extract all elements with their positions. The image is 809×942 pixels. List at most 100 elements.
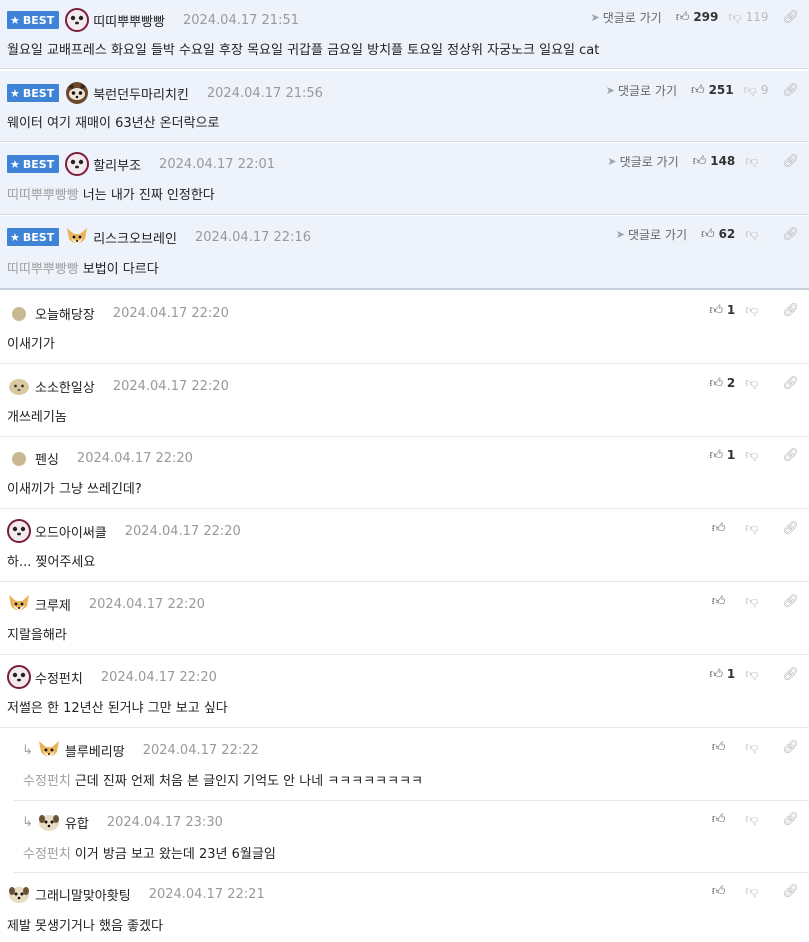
comment-author[interactable]: 리스크오브레인 <box>93 228 177 247</box>
thumbs-up-icon: 👍︎ <box>690 82 705 98</box>
like-button[interactable]: 👍︎ 1 <box>709 667 735 682</box>
comment-author[interactable]: 할리부조 <box>93 155 141 174</box>
comment-date: 2024.04.17 22:20 <box>100 669 217 685</box>
mention-tag[interactable]: 띠띠뿌뿌빵빵 <box>7 188 79 203</box>
comment-author[interactable]: 크루제 <box>35 595 71 614</box>
like-button[interactable]: 👍︎ <box>712 594 736 609</box>
avatar[interactable] <box>65 81 89 105</box>
like-button[interactable]: 👍︎ 62 <box>701 227 735 242</box>
dislike-button[interactable]: 👎︎ <box>745 667 768 682</box>
dislike-button[interactable]: 👎︎ 119 <box>728 10 768 25</box>
comment-text: 저썰은 한 12년산 된거냐 그만 보고 싶다 <box>7 701 228 716</box>
dislike-button[interactable]: 👎︎ <box>745 154 768 169</box>
link-icon[interactable]: 🔗︎ <box>782 667 799 682</box>
link-icon[interactable]: 🔗︎ <box>782 740 799 755</box>
link-icon[interactable]: 🔗︎ <box>782 376 799 391</box>
mention-tag[interactable]: 수정펀치 <box>23 847 71 862</box>
reply-row: ↳ 블루베리땅 2024.04.17 22:22 👍︎ 👎︎ 🔗︎ 수정펀치 근데… <box>14 729 809 801</box>
comment-date: 2024.04.17 23:30 <box>106 814 223 830</box>
avatar[interactable] <box>7 301 31 325</box>
avatar[interactable] <box>37 810 61 834</box>
thumbs-down-icon: 👎︎ <box>745 226 759 242</box>
avatar[interactable] <box>7 882 31 906</box>
goto-reply-link[interactable]: ➤ 댓글로 가기 <box>616 226 687 243</box>
like-button[interactable]: 👍︎ 2 <box>709 376 735 391</box>
comment-row: 오드아이써클 2024.04.17 22:20 👍︎ 👎︎ 🔗︎ 하... 찢어… <box>0 510 809 582</box>
mention-tag[interactable]: 수정펀치 <box>23 774 71 789</box>
dislike-button[interactable]: 👎︎ <box>745 594 768 609</box>
dislike-button[interactable]: 👎︎ <box>745 884 768 899</box>
link-icon[interactable]: 🔗︎ <box>782 521 799 536</box>
dislike-button[interactable]: 👎︎ <box>745 303 768 318</box>
link-icon[interactable]: 🔗︎ <box>782 154 799 169</box>
like-button[interactable]: 👍︎ <box>712 884 736 899</box>
comment-author[interactable]: 수정펀치 <box>35 668 83 687</box>
thumbs-up-icon: 👍︎ <box>709 302 723 318</box>
link-icon[interactable]: 🔗︎ <box>782 594 799 609</box>
comment-author[interactable]: 띠띠뿌뿌빵빵 <box>93 11 165 30</box>
comment-author[interactable]: 소소한일상 <box>35 377 95 396</box>
best-badge: ★ BEST <box>7 11 60 29</box>
comment-text: 지랄을해라 <box>7 628 67 643</box>
star-icon: ★ <box>10 13 20 27</box>
thumbs-up-icon: 👍︎ <box>711 593 726 609</box>
comment-date: 2024.04.17 22:20 <box>124 523 241 539</box>
thumbs-down-icon: 👎︎ <box>745 811 759 827</box>
comment-date: 2024.04.17 22:01 <box>159 156 276 172</box>
link-icon[interactable]: 🔗︎ <box>782 303 799 318</box>
avatar[interactable] <box>7 665 31 689</box>
avatar[interactable] <box>7 374 31 398</box>
comment-date: 2024.04.17 21:51 <box>182 12 299 28</box>
goto-reply-link[interactable]: ➤ 댓글로 가기 <box>607 153 678 170</box>
like-button[interactable]: 👍︎ 251 <box>691 83 734 98</box>
comment-date: 2024.04.17 22:20 <box>112 305 229 321</box>
best-badge: ★ BEST <box>7 155 60 173</box>
star-icon: ★ <box>10 86 20 100</box>
avatar[interactable] <box>65 8 90 32</box>
link-icon[interactable]: 🔗︎ <box>782 83 799 98</box>
comment-author[interactable]: 오늘해당장 <box>35 304 95 323</box>
mention-tag[interactable]: 띠띠뿌뿌빵빵 <box>7 262 79 277</box>
dislike-button[interactable]: 👎︎ 9 <box>744 83 769 98</box>
like-button[interactable]: 👍︎ 148 <box>693 154 736 169</box>
avatar[interactable] <box>7 446 31 470</box>
dislike-button[interactable]: 👎︎ <box>745 812 768 827</box>
reply-arrow-icon: ↳ <box>22 814 33 830</box>
comment-author[interactable]: 블루베리땅 <box>65 741 125 760</box>
thumbs-down-icon: 👎︎ <box>745 593 759 609</box>
avatar[interactable] <box>7 592 31 616</box>
like-button[interactable]: 👍︎ 1 <box>709 303 735 318</box>
avatar[interactable] <box>65 152 90 176</box>
link-icon[interactable]: 🔗︎ <box>782 884 799 899</box>
dislike-button[interactable]: 👎︎ <box>745 448 768 463</box>
dislike-button[interactable]: 👎︎ <box>745 740 768 755</box>
like-button[interactable]: 👍︎ 1 <box>709 448 735 463</box>
comment-author[interactable]: 북런던두마리치킨 <box>93 84 189 103</box>
comment-text: 띠띠뿌뿌빵빵 너는 내가 진짜 인정한다 <box>7 188 215 203</box>
dislike-button[interactable]: 👎︎ <box>745 376 768 391</box>
goto-reply-link[interactable]: ➤ 댓글로 가기 <box>590 9 661 26</box>
thumbs-up-icon: 👍︎ <box>700 226 715 242</box>
avatar[interactable] <box>7 519 31 543</box>
comment-row: 수정펀치 2024.04.17 22:20 👍︎ 1 👎︎ 🔗︎ 저썰은 한 12… <box>0 656 809 728</box>
dislike-button[interactable]: 👎︎ <box>745 227 768 242</box>
like-button[interactable]: 👍︎ <box>712 812 736 827</box>
goto-reply-link[interactable]: ➤ 댓글로 가기 <box>606 82 677 99</box>
comment-author[interactable]: 그래니말맞아홧팅 <box>35 885 131 904</box>
like-button[interactable]: 👍︎ <box>712 521 736 536</box>
link-icon[interactable]: 🔗︎ <box>782 227 799 242</box>
comment-date: 2024.04.17 22:16 <box>194 229 311 245</box>
dislike-button[interactable]: 👎︎ <box>745 521 768 536</box>
link-icon[interactable]: 🔗︎ <box>782 448 799 463</box>
avatar[interactable] <box>65 225 89 249</box>
link-icon[interactable]: 🔗︎ <box>782 10 799 25</box>
comment-author[interactable]: 펜싱 <box>35 449 59 468</box>
comment-author[interactable]: 오드아이써클 <box>35 522 107 541</box>
like-button[interactable]: 👍︎ 299 <box>676 10 719 25</box>
link-icon[interactable]: 🔗︎ <box>782 812 799 827</box>
comment-text: 웨이터 여기 재매이 63년산 온더락으로 <box>7 116 220 131</box>
like-button[interactable]: 👍︎ <box>712 740 736 755</box>
comment-author[interactable]: 유합 <box>65 813 89 832</box>
comment-text: 월요일 교배프레스 화요일 들박 수요일 후장 목요일 귀갑플 금요일 방치플 … <box>7 43 600 58</box>
avatar[interactable] <box>37 738 61 762</box>
